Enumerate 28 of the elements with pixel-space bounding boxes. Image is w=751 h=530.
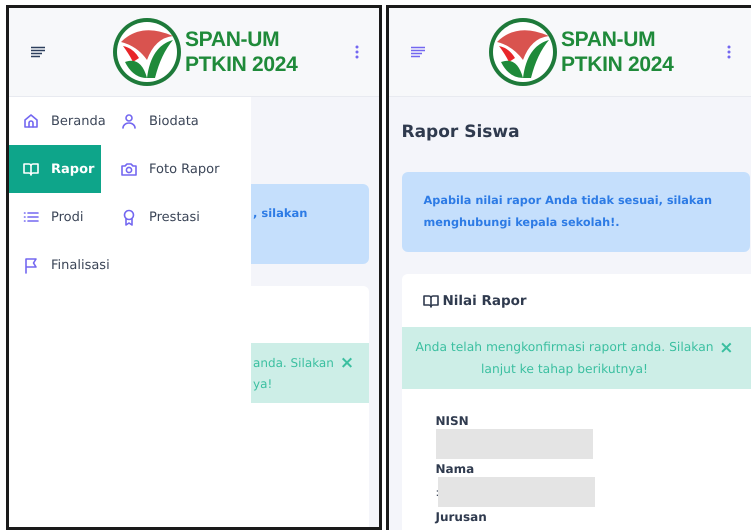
card-title: Nilai Rapor [442, 293, 527, 309]
menu-icon[interactable] [30, 46, 46, 58]
flag-icon [22, 256, 40, 274]
field-label: NISN [436, 413, 470, 429]
logo-text: PTKIN 2024 [560, 52, 674, 77]
alert-text: anda. Silakan [253, 355, 334, 372]
alert-text: ya! [253, 376, 272, 393]
logo-text: PTKIN 2024 [184, 52, 298, 77]
open-book-icon [422, 292, 440, 310]
more-options-icon[interactable] [727, 45, 731, 59]
more-options-icon[interactable] [354, 45, 358, 59]
house-icon [22, 112, 40, 130]
person-icon [120, 112, 138, 130]
field-label: Nama [436, 461, 476, 477]
page-title: Rapor Siswa [402, 122, 521, 142]
nav-menu-item[interactable]: Foto Rapor [101, 145, 251, 193]
open-book-icon [22, 160, 40, 178]
camera-icon [120, 160, 138, 178]
logo-text: SPAN-UM [560, 27, 656, 52]
field-label: Jurusan [436, 509, 488, 525]
alert-text: , silakan [253, 206, 308, 220]
logo-text: SPAN-UM [184, 27, 280, 52]
colon-text: : [436, 486, 438, 498]
info-alert: Apabila nilai rapor Anda tidak sesuai, silakan menghubungi kepala sekolah!. [402, 172, 750, 252]
nav-menu-item[interactable]: Finalisasi [9, 241, 251, 289]
nav-menu-item[interactable]: Prestasi [101, 193, 251, 241]
alert-text: Anda telah mengkonfirmasi raport anda. Silakan lanjut ke tahap berikutnya! [415, 340, 714, 376]
nav-menu-item[interactable]: Prodi [9, 193, 101, 241]
